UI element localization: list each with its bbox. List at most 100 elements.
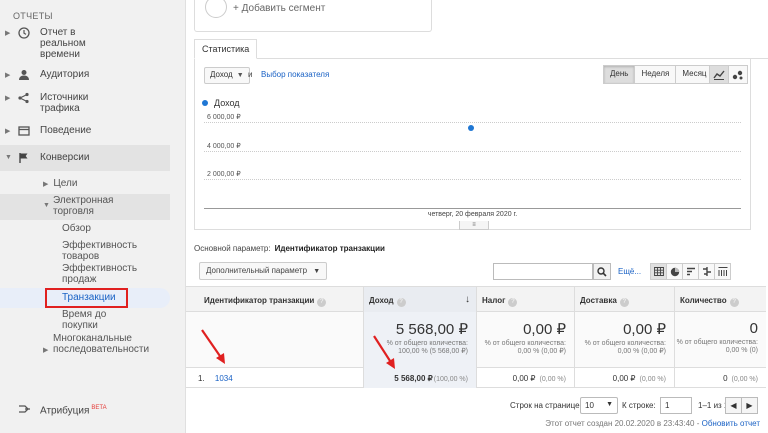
add-segment-button[interactable]: + Добавить сегмент: [233, 3, 325, 14]
search-button[interactable]: [593, 263, 611, 280]
chevron-down-icon: ▼: [313, 268, 321, 275]
chart-panel: Доход ▼ и Выбор показателя День Неделя Ме…: [194, 59, 751, 230]
expand-arrow-icon: ▶: [43, 347, 49, 354]
attribution-label: Атрибуция: [40, 405, 90, 417]
view-performance-button[interactable]: [682, 263, 699, 280]
col-header-label: Налог: [482, 296, 506, 305]
flag-icon: [16, 152, 32, 164]
metric-select[interactable]: Доход ▼: [204, 67, 250, 84]
help-icon[interactable]: ?: [729, 298, 739, 307]
page-range: 1–1 из 1: [698, 401, 729, 410]
sidebar-item-label: Отчет в реальном времени: [40, 27, 86, 60]
col-header-shipping[interactable]: Доставка?: [574, 287, 674, 313]
red-arrow-icon: [201, 329, 225, 364]
rows-per-page-value: 10: [585, 401, 594, 410]
col-header-label: Количество: [680, 296, 727, 305]
sidebar-item-audience[interactable]: ▶ Аудитория: [0, 69, 170, 81]
behavior-icon: [16, 125, 32, 137]
goto-row-input[interactable]: 1: [660, 397, 692, 414]
segment-box: + Добавить сегмент: [194, 0, 432, 32]
sidebar-sub-sales-perf[interactable]: Эффективность продаж: [62, 263, 152, 285]
expand-arrow-icon: ▶: [5, 95, 11, 102]
advanced-filter-link[interactable]: Ещё...: [618, 267, 641, 276]
y-tick-label: 2 000,00 ₽: [207, 171, 241, 179]
total-value: 0,00 ₽: [523, 321, 566, 338]
col-header-label: Доставка: [580, 296, 617, 305]
sidebar-sub-product-perf[interactable]: Эффективность товаров: [62, 240, 152, 262]
secondary-dimension-label: Дополнительный параметр: [206, 266, 308, 275]
sort-desc-icon: ↓: [465, 294, 470, 305]
sidebar-item-acquisition[interactable]: ▶ Источники трафика: [0, 92, 170, 114]
cell-shipping: 0,00 ₽ (0,00 %): [574, 368, 674, 388]
quantity-percent: (0,00 %): [731, 376, 758, 383]
table-header-row: Идентификатор транзакции? Доход? ↓ Налог?…: [186, 286, 766, 313]
refresh-report-link[interactable]: Обновить отчет: [702, 419, 760, 428]
cell-tax: 0,00 ₽ (0,00 %): [476, 368, 574, 388]
tax-percent: (0,00 %): [539, 376, 566, 383]
help-icon[interactable]: ?: [508, 298, 518, 307]
help-icon[interactable]: ?: [396, 298, 406, 307]
sidebar-item-realtime[interactable]: ▶ Отчет в реальном времени: [0, 27, 170, 60]
choose-metric-link[interactable]: Выбор показателя: [261, 70, 329, 79]
primary-dimension-value[interactable]: Идентификатор транзакции: [275, 244, 385, 253]
chevron-down-icon: ▼: [606, 401, 613, 408]
transaction-id-link[interactable]: 1034: [215, 374, 233, 383]
secondary-dimension-select[interactable]: Дополнительный параметр ▼: [199, 262, 328, 280]
col-header-revenue[interactable]: Доход? ↓: [363, 287, 476, 313]
chart-resize-handle[interactable]: ≡: [459, 221, 489, 230]
help-icon[interactable]: ?: [317, 298, 327, 307]
sidebar-item-conversions[interactable]: ▼ Конверсии: [0, 145, 170, 171]
col-header-quantity[interactable]: Количество?: [674, 287, 766, 313]
shipping-value: 0,00 ₽: [612, 374, 636, 383]
table-search-input[interactable]: [493, 263, 593, 280]
col-header-tax[interactable]: Налог?: [476, 287, 574, 313]
view-buttons: [650, 263, 731, 280]
chevron-right-icon: ▶: [746, 401, 753, 410]
total-quantity: 0 % от общего количества: 0,00 % (0): [674, 312, 766, 368]
prev-page-button[interactable]: ◀: [725, 397, 742, 414]
tab-statistics[interactable]: Статистика: [194, 39, 258, 59]
sidebar-sub-multichannel[interactable]: ▶ Многоканальные последовательности: [43, 333, 153, 355]
sidebar-item-attribution[interactable]: Атрибуция BETA: [0, 403, 170, 416]
pivot-view-icon: [718, 267, 727, 276]
sidebar-item-label: Источники трафика: [40, 92, 89, 114]
cell-quantity: 0 (0,00 %): [674, 368, 766, 388]
line-chart-button[interactable]: [709, 65, 729, 84]
rows-per-page-select[interactable]: 10 ▼: [580, 397, 618, 414]
goals-label: Цели: [53, 178, 78, 189]
shipping-percent: (0,00 %): [639, 376, 666, 383]
col-header-transaction-id[interactable]: Идентификатор транзакции?: [186, 287, 363, 313]
sidebar-sub-ecommerce[interactable]: ▼ Электронная торговля: [43, 195, 143, 217]
help-icon[interactable]: ?: [619, 298, 629, 307]
expand-arrow-icon: ▶: [5, 72, 11, 79]
view-pie-button[interactable]: [666, 263, 683, 280]
sidebar-sub-overview[interactable]: Обзор: [62, 223, 91, 234]
page-nav: ◀ ▶: [725, 397, 758, 414]
sidebar-sub-goals[interactable]: ▶ Цели: [43, 178, 77, 190]
total-subtext: % от общего количества: 0,00 % (0,00 ₽): [484, 340, 566, 355]
red-arrow-icon: [373, 335, 395, 369]
total-value: 0,00 ₽: [623, 321, 666, 338]
sidebar-item-behavior[interactable]: ▶ Поведение: [0, 125, 170, 137]
goto-row-label: К строке:: [622, 401, 656, 410]
total-tax: 0,00 ₽ % от общего количества: 0,00 % (0…: [476, 312, 574, 368]
view-table-button[interactable]: [650, 263, 667, 280]
view-pivot-button[interactable]: [714, 263, 731, 280]
comparison-view-icon: [702, 267, 711, 276]
period-month-button[interactable]: Месяц: [675, 65, 714, 84]
period-week-button[interactable]: Неделя: [634, 65, 677, 84]
y-tick-label: 4 000,00 ₽: [207, 142, 241, 150]
attribution-icon: [16, 403, 32, 415]
chart-type-buttons: [709, 65, 748, 84]
gridline: [204, 122, 741, 123]
next-page-button[interactable]: ▶: [741, 397, 758, 414]
motion-chart-button[interactable]: [728, 65, 748, 84]
data-point[interactable]: [468, 125, 474, 132]
view-comparison-button[interactable]: [698, 263, 715, 280]
sidebar-sub-time-to-purchase[interactable]: Время до покупки: [62, 309, 122, 331]
sidebar-item-label: Аудитория: [40, 69, 90, 80]
period-day-button[interactable]: День: [603, 65, 636, 84]
multichannel-label: Многоканальные последовательности: [53, 333, 150, 355]
red-annotation-box: [45, 288, 128, 308]
sidebar-item-label: Конверсии: [40, 152, 90, 163]
